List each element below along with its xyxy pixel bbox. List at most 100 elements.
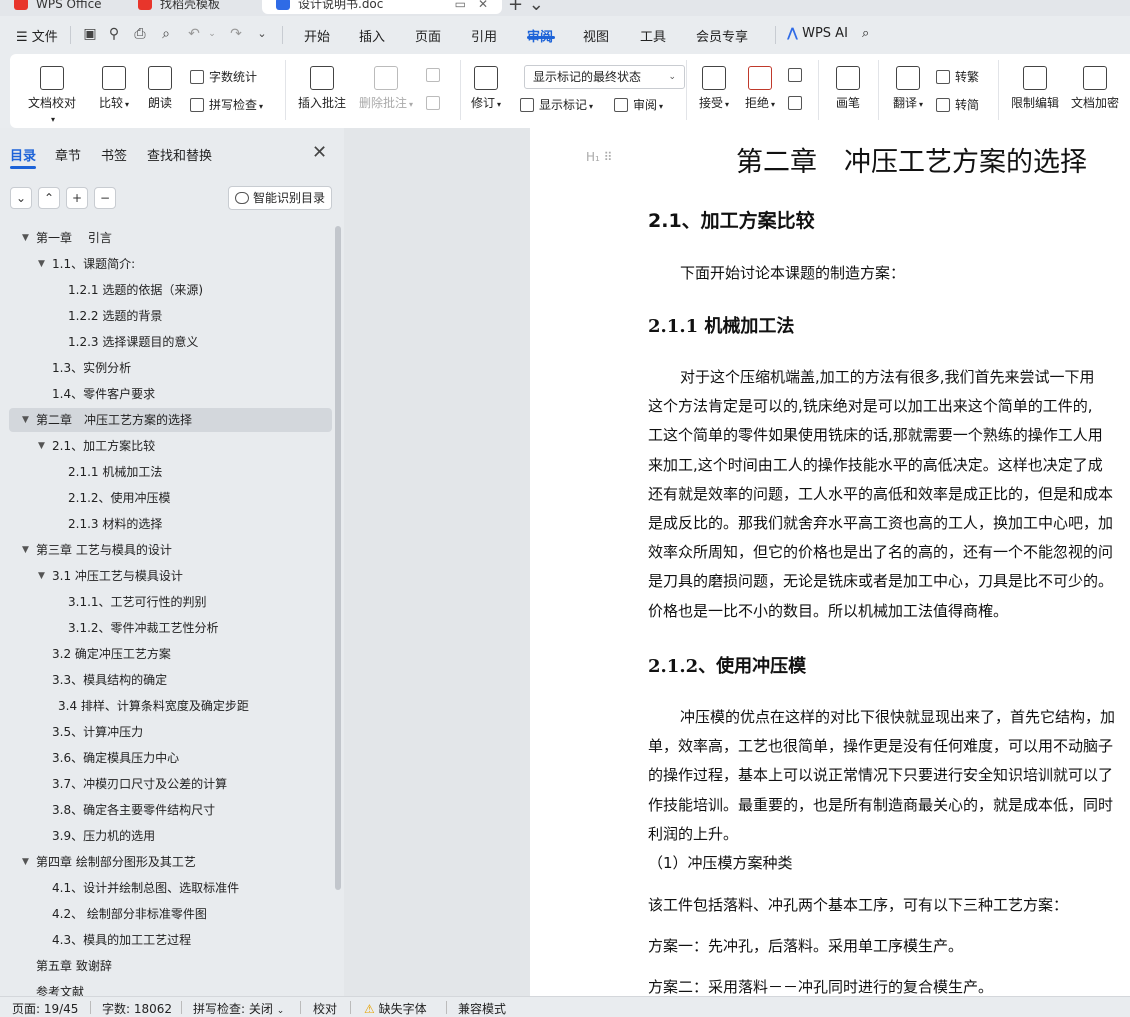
toc-item[interactable]: 3.5、计算冲压力 (0, 720, 332, 744)
toc-item[interactable]: 3.9、压力机的选用 (0, 824, 332, 848)
document-page[interactable]: H₁ ⠿ 第二章 冲压工艺方案的选择 2.1、加工方案比较 下面开始讨论本课题的… (530, 128, 1130, 996)
toc-item[interactable]: 3.8、确定各主要零件结构尺寸 (0, 798, 332, 822)
tab-sections[interactable]: 章节 (55, 145, 81, 164)
toc-item[interactable]: 3.2 确定冲压工艺方案 (0, 642, 332, 666)
word-count[interactable]: 字数: 18062 (102, 1000, 172, 1017)
toc-item[interactable]: 3.7、冲模刃口尺寸及公差的计算 (0, 772, 332, 796)
page-indicator[interactable]: 页面: 19/45 (12, 1000, 78, 1017)
toc-item[interactable]: 1.3、实例分析 (0, 356, 332, 380)
toc-item[interactable]: 2.1.2、使用冲压模 (0, 486, 332, 510)
more-icon[interactable]: ⌄ (254, 26, 270, 42)
compare-button[interactable]: 比较 ▾ (96, 66, 132, 111)
redo-icon[interactable]: ↷ (228, 26, 244, 42)
tab-toc[interactable]: 目录 (10, 145, 36, 164)
toc-item[interactable]: ▼ 第四章 绘制部分图形及其工艺 (0, 850, 332, 874)
tab-bookmarks[interactable]: 书签 (101, 145, 127, 164)
save-icon[interactable]: ▣ (82, 26, 98, 42)
tab-tools[interactable]: 工具 (640, 26, 666, 45)
expand-triangle-icon[interactable]: ▼ (22, 538, 29, 562)
share-icon[interactable]: ⚲ (106, 26, 122, 42)
expand-triangle-icon[interactable]: ▼ (22, 850, 29, 874)
toc-item[interactable]: 3.6、确定模具压力中心 (0, 746, 332, 770)
toc-item[interactable]: 4.3、模具的加工工艺过程 (0, 928, 332, 952)
toc-item[interactable]: 4.2、 绘制部分非标准零件图 (0, 902, 332, 926)
toc-item[interactable]: 4.1、设计并绘制总图、选取标准件 (0, 876, 332, 900)
spell-check-button[interactable]: 拼写检查 ▾ (190, 96, 263, 113)
tab-find-replace[interactable]: 查找和替换 (147, 145, 212, 164)
toc-item[interactable]: ▼ 2.1、加工方案比较 (0, 434, 332, 458)
ink-button[interactable]: 画笔 (832, 66, 864, 111)
prev-change-button[interactable] (788, 68, 807, 82)
accept-button[interactable]: 接受 ▾ (696, 66, 732, 111)
tab-member[interactable]: 会员专享 (696, 26, 748, 45)
insert-comment-button[interactable]: 插入批注 (296, 66, 348, 111)
toc-item[interactable]: 1.2.2 选题的背景 (0, 304, 332, 328)
prev-comment-button[interactable] (426, 68, 445, 82)
encrypt-doc-button[interactable]: 文档加密 (1070, 66, 1120, 111)
tab-docer[interactable]: 找稻壳模板 (124, 0, 260, 14)
toc-item[interactable]: 2.1.1 机械加工法 (0, 460, 332, 484)
markup-mode-select[interactable]: 显示标记的最终状态 ⌄ (524, 65, 685, 89)
track-changes-button[interactable]: 修订 ▾ (468, 66, 504, 111)
restrict-edit-button[interactable]: 限制编辑 (1010, 66, 1060, 111)
to-traditional-button[interactable]: 转繁 (936, 68, 979, 85)
toc-item[interactable]: 1.2.3 选择课题目的意义 (0, 330, 332, 354)
add-heading-button[interactable]: + (66, 187, 88, 209)
undo-dropdown-icon[interactable]: ⌄ (204, 26, 220, 42)
expand-triangle-icon[interactable]: ▼ (38, 434, 45, 458)
print-preview-icon[interactable]: ⌕ (158, 26, 174, 42)
smart-toc-button[interactable]: 智能识别目录 (228, 186, 332, 210)
next-comment-button[interactable] (426, 96, 445, 110)
file-menu[interactable]: ☰ 文件 (16, 26, 58, 45)
tab-wps-office[interactable]: WPS Office (0, 0, 120, 14)
show-markup-button[interactable]: 显示标记 ▾ (520, 96, 593, 113)
tab-references[interactable]: 引用 (471, 26, 497, 45)
tab-document[interactable]: 设计说明书.doc ▭ ✕ (262, 0, 502, 14)
expand-triangle-icon[interactable]: ▼ (22, 226, 29, 250)
translate-button[interactable]: 翻译 ▾ (890, 66, 926, 111)
expand-triangle-icon[interactable]: ▼ (22, 408, 29, 432)
proofread-button[interactable]: 校对 (313, 1000, 337, 1017)
tab-page[interactable]: 页面 (415, 26, 441, 45)
toc-item[interactable]: ▼ 1.1、课题简介: (0, 252, 332, 276)
pin-icon[interactable]: ▭ (455, 0, 466, 14)
toc-item[interactable]: 2.1.3 材料的选择 (0, 512, 332, 536)
expand-triangle-icon[interactable]: ▼ (38, 252, 45, 276)
toc-item[interactable]: ▼ 第二章 冲压工艺方案的选择 (9, 408, 332, 432)
spell-check-status[interactable]: 拼写检查: 关闭 ⌄ (193, 1000, 284, 1017)
toc-item[interactable]: 3.3、模具结构的确定 (0, 668, 332, 692)
toc-item[interactable]: 3.4 排样、计算条料宽度及确定步距 (0, 694, 332, 718)
word-count-button[interactable]: 字数统计 (190, 68, 257, 85)
next-change-button[interactable] (788, 96, 807, 110)
doc-check-button[interactable]: 文档校对▾ (26, 66, 78, 125)
print-icon[interactable]: ⎙ (132, 26, 148, 42)
tab-home[interactable]: 开始 (304, 26, 330, 45)
tab-view[interactable]: 视图 (583, 26, 609, 45)
reject-button[interactable]: 拒绝 ▾ (742, 66, 778, 111)
heading-drag-handle-icon[interactable]: H₁ ⠿ (586, 150, 612, 164)
expand-triangle-icon[interactable]: ▼ (38, 564, 45, 588)
toc-item[interactable]: 3.1.2、零件冲裁工艺性分析 (0, 616, 332, 640)
collapse-all-button[interactable]: ⌄ (10, 187, 32, 209)
tab-insert[interactable]: 插入 (359, 26, 385, 45)
toc-item[interactable]: 参考文献 (0, 980, 332, 996)
toc-item[interactable]: 3.1.1、工艺可行性的判别 (0, 590, 332, 614)
toc-item[interactable]: 第五章 致谢辞 (0, 954, 332, 978)
review-pane-button[interactable]: 审阅 ▾ (614, 96, 663, 113)
new-tab-button[interactable]: + ⌄ (508, 0, 544, 15)
to-simplified-button[interactable]: 转简 (936, 96, 979, 113)
close-icon[interactable]: ✕ (312, 142, 327, 163)
search-icon[interactable]: ⌕ (862, 26, 869, 41)
read-aloud-button[interactable]: 朗读 (146, 66, 174, 111)
missing-font-button[interactable]: ⚠ 缺失字体 (364, 1000, 427, 1017)
undo-icon[interactable]: ↶ (186, 26, 202, 42)
delete-comment-button[interactable]: 删除批注 ▾ (356, 66, 416, 111)
toc-item[interactable]: ▼ 第三章 工艺与模具的设计 (0, 538, 332, 562)
remove-heading-button[interactable]: − (94, 187, 116, 209)
toc-item[interactable]: 1.2.1 选题的依据（来源) (0, 278, 332, 302)
nav-scrollbar[interactable] (335, 226, 341, 890)
expand-all-button[interactable]: ⌃ (38, 187, 60, 209)
wps-ai-button[interactable]: ⋀ WPS AI (787, 26, 848, 41)
close-tab-icon[interactable]: ✕ (478, 0, 488, 14)
toc-item[interactable]: 1.4、零件客户要求 (0, 382, 332, 406)
